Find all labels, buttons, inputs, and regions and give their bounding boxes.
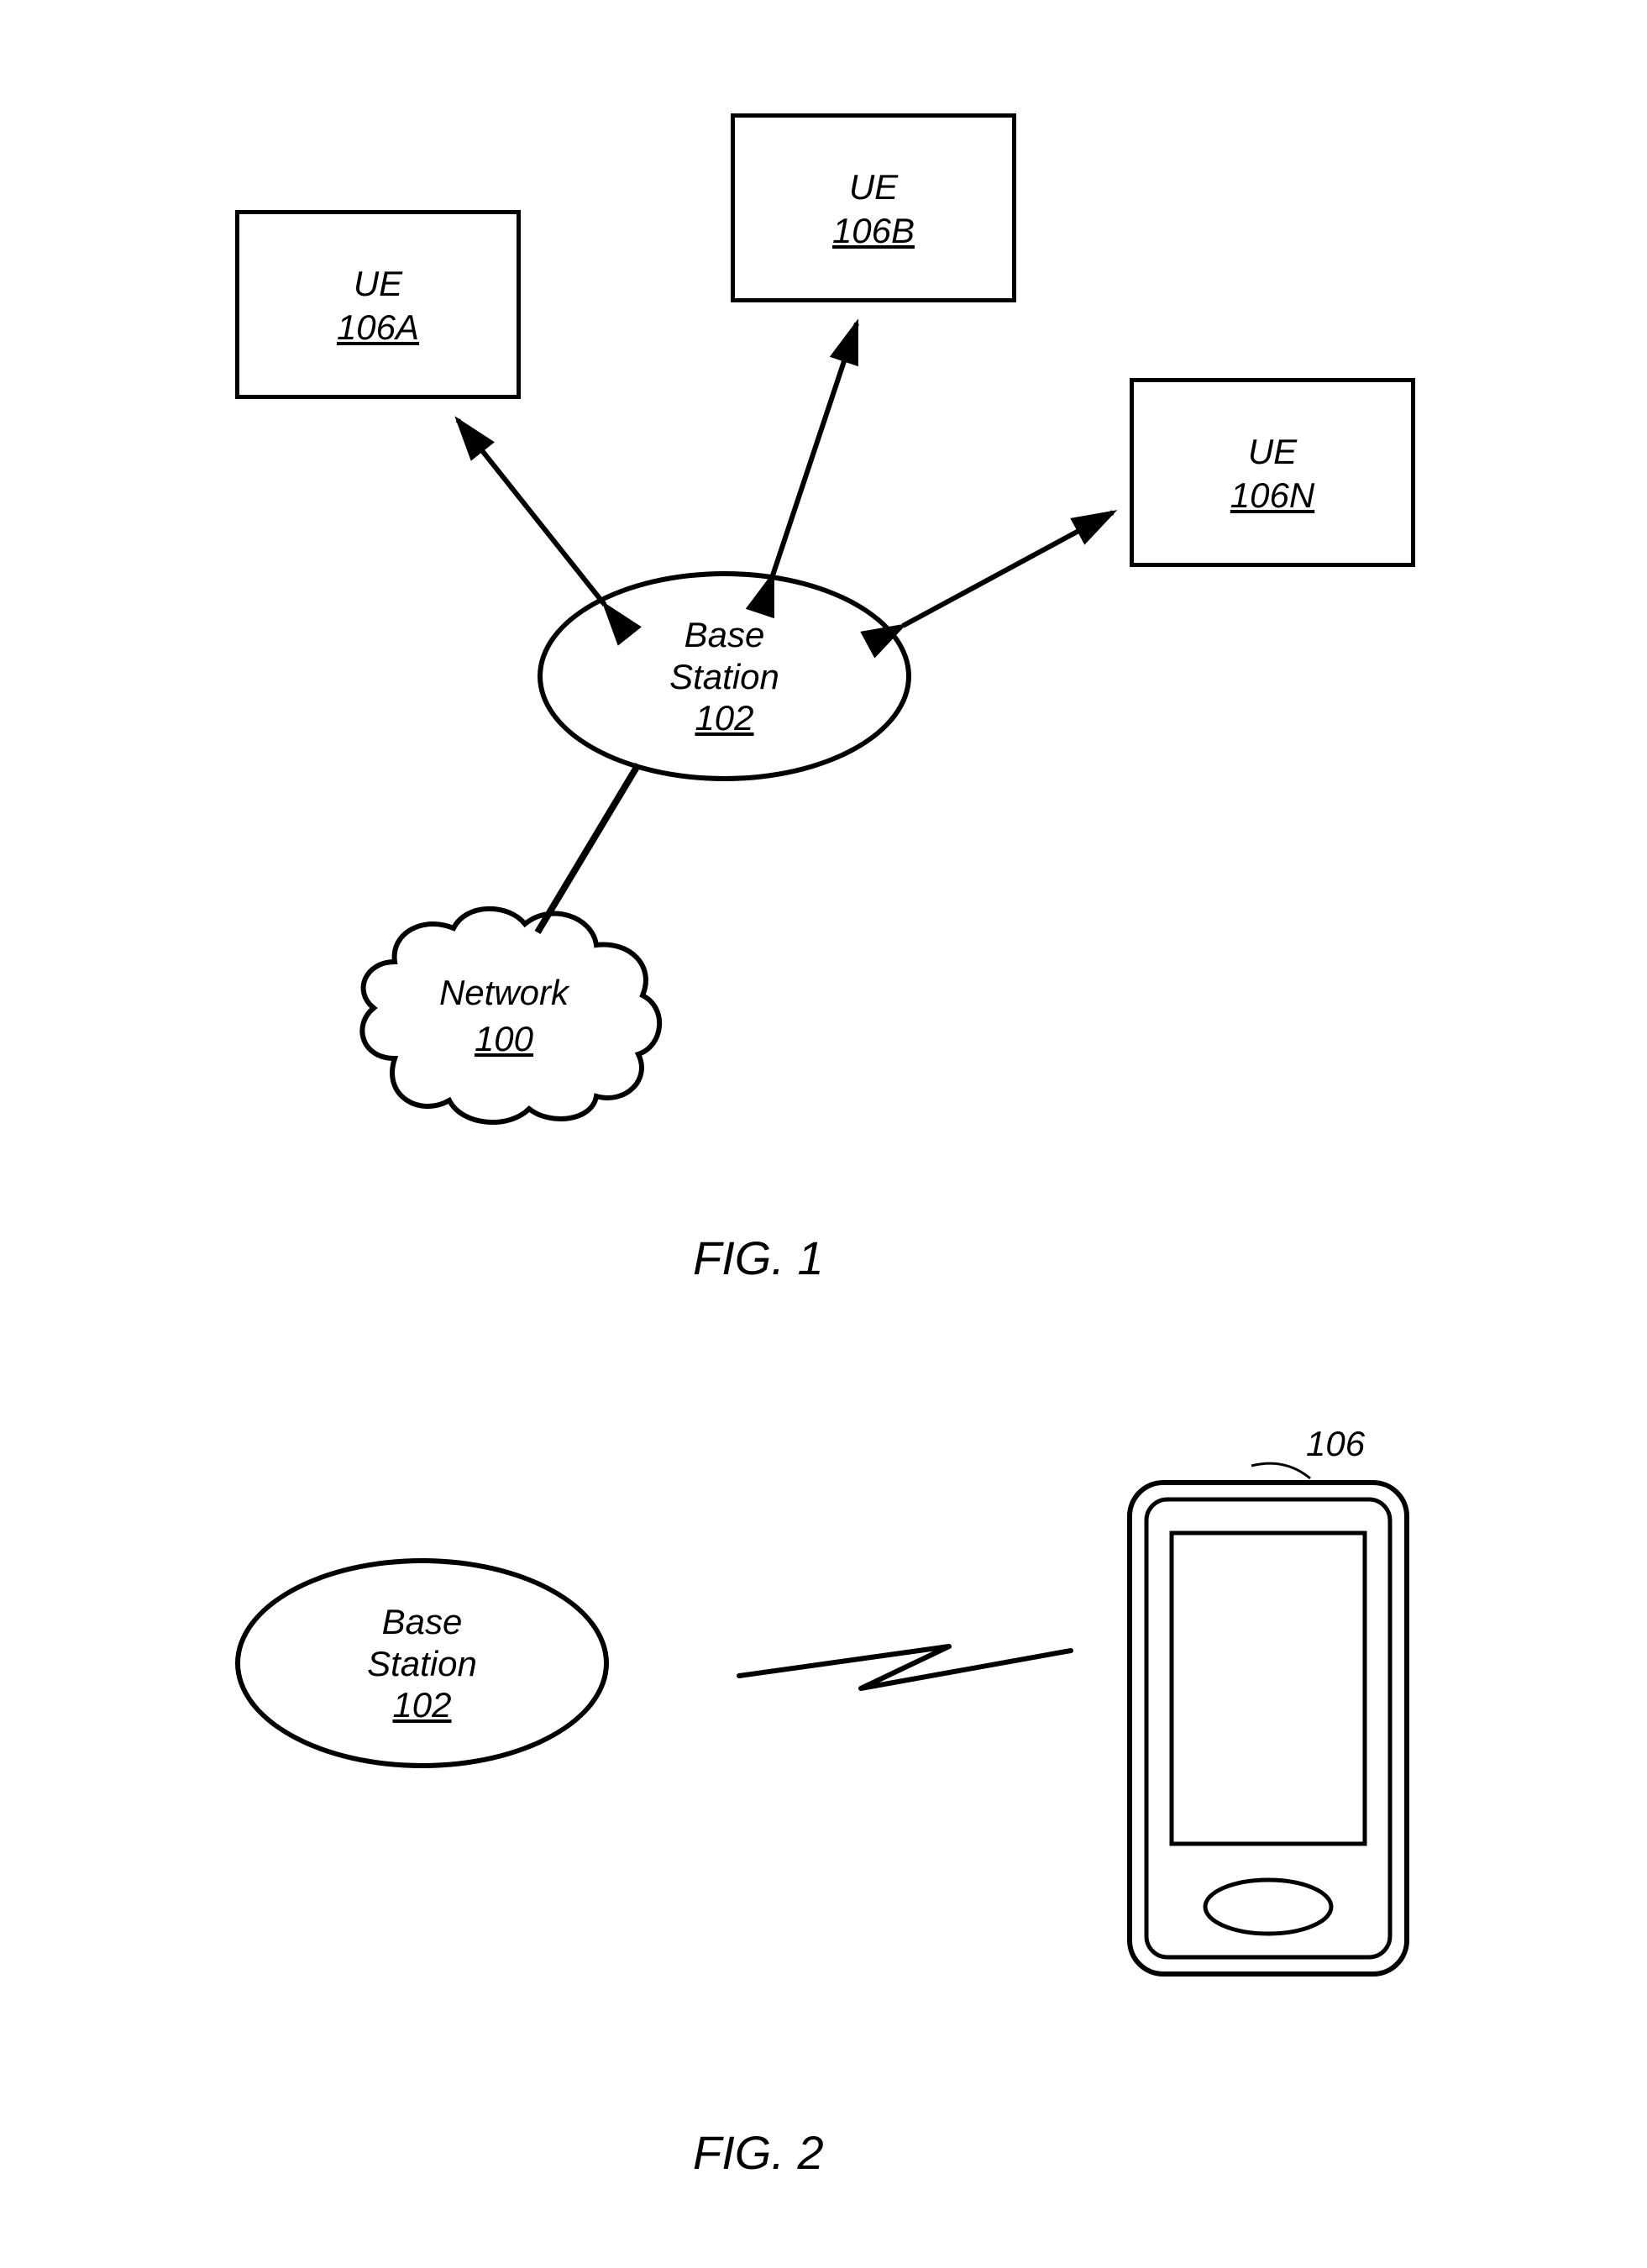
network-label: Network <box>439 973 569 1012</box>
ue-106b-ref: 106B <box>832 211 915 251</box>
diagram-canvas: UE 106A UE 106B UE 106N Base Station 102… <box>0 0 1647 2268</box>
phone-device <box>1125 1478 1411 1978</box>
base-station-fig1-label2: Station <box>669 656 779 698</box>
ue-106n-ref: 106N <box>1230 475 1314 516</box>
base-station-fig1-label1: Base <box>685 614 765 656</box>
ue-106b-label: UE <box>849 165 898 211</box>
base-station-fig1-ref: 102 <box>695 698 753 738</box>
ue-106n-label: UE <box>1248 429 1297 475</box>
network-cloud-text: Network 100 <box>428 970 580 1062</box>
ue-106b-box: UE 106B <box>731 113 1016 302</box>
base-station-fig2-label2: Station <box>367 1643 477 1685</box>
ue-106a-box: UE 106A <box>235 210 521 399</box>
phone-ref-label: 106 <box>1306 1424 1365 1464</box>
base-station-fig2: Base Station 102 <box>235 1558 609 1768</box>
fig2-caption: FIG. 2 <box>693 2125 824 2180</box>
network-ref: 100 <box>475 1019 533 1058</box>
base-station-fig2-ref: 102 <box>392 1685 451 1725</box>
ue-106n-box: UE 106N <box>1130 378 1415 567</box>
fig1-caption: FIG. 1 <box>693 1231 824 1285</box>
base-station-fig2-label1: Base <box>382 1601 463 1643</box>
ue-106a-label: UE <box>354 261 402 307</box>
base-station-fig1: Base Station 102 <box>538 571 911 781</box>
ue-106a-ref: 106A <box>337 307 419 348</box>
